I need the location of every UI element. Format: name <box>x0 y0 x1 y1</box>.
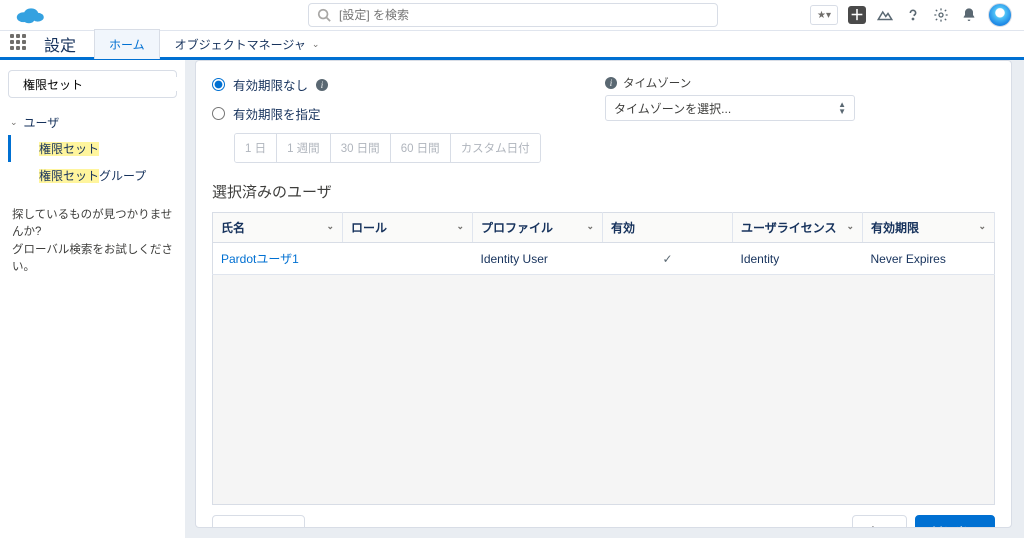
timezone-label: i タイムゾーン <box>605 75 855 91</box>
cell-role <box>343 243 473 275</box>
col-profile[interactable]: プロファイル⌄ <box>473 213 603 243</box>
sidebar-item-hl: 権限セット <box>39 169 99 183</box>
expiration-form: 有効期限なし i 有効期限を指定 1 日 1 週間 30 日間 60 日間 カス… <box>212 75 995 163</box>
radio-specify-expiration[interactable]: 有効期限を指定 <box>212 104 541 123</box>
chevron-down-icon: ⌄ <box>10 117 18 128</box>
global-search-input[interactable] <box>339 8 709 22</box>
chevron-down-icon: ⌄ <box>312 39 320 50</box>
selected-users-heading: 選択済みのユーザ <box>212 181 995 202</box>
col-active[interactable]: 有効 <box>603 213 733 243</box>
footer-actions: キャンセル 戻る 割り当て <box>212 515 995 528</box>
chevron-down-icon: ⌄ <box>456 221 464 232</box>
info-icon[interactable]: i <box>605 77 617 89</box>
sidebar-search-input[interactable] <box>23 77 178 91</box>
salesforce-logo[interactable] <box>12 3 48 27</box>
duration-1week[interactable]: 1 週間 <box>277 134 331 162</box>
duration-60days[interactable]: 60 日間 <box>391 134 451 162</box>
info-icon[interactable]: i <box>316 79 328 91</box>
radio-no-expiration[interactable]: 有効期限なし i <box>212 75 541 94</box>
cell-profile: Identity User <box>473 243 603 275</box>
cancel-button[interactable]: キャンセル <box>212 515 305 528</box>
radio-specify-expiration-label: 有効期限を指定 <box>233 104 321 123</box>
radio-no-expiration-label: 有効期限なし <box>233 75 308 94</box>
app-title: 設定 <box>44 32 76 56</box>
table-header-row: 氏名⌄ ロール⌄ プロファイル⌄ 有効 ユーザライセンス⌄ 有効期限⌄ <box>213 213 995 243</box>
help-line2: グローバル検索をお試しください。 <box>12 242 173 277</box>
chevron-down-icon: ⌄ <box>978 221 986 232</box>
cell-license: Identity <box>733 243 863 275</box>
table-row[interactable]: Pardotユーザ1 Identity User ✓ Identity Neve… <box>213 243 995 275</box>
sidebar-item-rest: グループ <box>99 169 146 183</box>
tab-object-manager[interactable]: オブジェクトマネージャ ⌄ <box>160 29 335 59</box>
radio-specify-expiration-input[interactable] <box>212 107 225 120</box>
sidebar: ⌄ ユーザ 権限セット 権限セットグループ 探しているものが見つかりませんか? グ… <box>0 60 185 538</box>
sidebar-help-text: 探しているものが見つかりませんか? グローバル検索をお試しください。 <box>8 207 177 276</box>
chevron-down-icon: ⌄ <box>326 221 334 232</box>
sidebar-item-permission-set-groups[interactable]: 権限セットグループ <box>8 162 177 189</box>
chevron-down-icon: ⌄ <box>586 221 594 232</box>
avatar[interactable] <box>988 3 1012 27</box>
app-launcher-icon[interactable] <box>10 34 30 54</box>
assign-button[interactable]: 割り当て <box>915 515 995 528</box>
favorites-dropdown[interactable]: ★▾ <box>810 5 838 25</box>
timezone-label-text: タイムゾーン <box>623 75 691 91</box>
col-name[interactable]: 氏名⌄ <box>213 213 343 243</box>
table-empty-space <box>212 275 995 505</box>
stepper-icon: ▲▼ <box>838 101 846 115</box>
cell-active: ✓ <box>603 243 733 275</box>
trailhead-icon[interactable] <box>876 6 894 24</box>
timezone-select[interactable]: タイムゾーンを選択... ▲▼ <box>605 95 855 121</box>
global-search[interactable] <box>308 3 718 27</box>
bell-icon[interactable] <box>960 6 978 24</box>
help-icon[interactable] <box>904 6 922 24</box>
global-header: ★▾ ＋ <box>0 0 1024 30</box>
selected-users-table: 氏名⌄ ロール⌄ プロファイル⌄ 有効 ユーザライセンス⌄ 有効期限⌄ Pard… <box>212 212 995 275</box>
sidebar-item-hl: 権限セット <box>39 142 99 156</box>
main-layout: ⌄ ユーザ 権限セット 権限セットグループ 探しているものが見つかりませんか? グ… <box>0 60 1024 538</box>
cell-expiry: Never Expires <box>863 243 995 275</box>
chevron-down-icon: ⌄ <box>846 221 854 232</box>
sidebar-section-label: ユーザ <box>24 114 60 131</box>
radio-no-expiration-input[interactable] <box>212 78 225 91</box>
duration-custom[interactable]: カスタム日付 <box>451 134 540 162</box>
duration-1day[interactable]: 1 日 <box>235 134 277 162</box>
user-link[interactable]: Pardotユーザ1 <box>221 252 299 266</box>
add-icon[interactable]: ＋ <box>848 6 866 24</box>
gear-icon[interactable] <box>932 6 950 24</box>
col-role[interactable]: ロール⌄ <box>343 213 473 243</box>
help-line1: 探しているものが見つかりませんか? <box>12 207 173 242</box>
content-area: 有効期限なし i 有効期限を指定 1 日 1 週間 30 日間 60 日間 カス… <box>185 60 1024 538</box>
nav-bar: 設定 ホーム オブジェクトマネージャ ⌄ <box>0 30 1024 60</box>
sidebar-section-users[interactable]: ⌄ ユーザ <box>8 110 177 135</box>
timezone-value: タイムゾーンを選択... <box>614 100 731 117</box>
col-license[interactable]: ユーザライセンス⌄ <box>733 213 863 243</box>
back-button[interactable]: 戻る <box>852 515 907 528</box>
sidebar-search[interactable] <box>8 70 177 98</box>
header-actions: ★▾ ＋ <box>810 3 1012 27</box>
tab-object-manager-label: オブジェクトマネージャ <box>175 36 306 53</box>
tab-home-label: ホーム <box>109 36 145 53</box>
duration-30days[interactable]: 30 日間 <box>331 134 391 162</box>
assignment-panel: 有効期限なし i 有効期限を指定 1 日 1 週間 30 日間 60 日間 カス… <box>195 60 1012 528</box>
tab-home[interactable]: ホーム <box>94 29 160 59</box>
sidebar-item-permission-sets[interactable]: 権限セット <box>8 135 177 162</box>
duration-button-group: 1 日 1 週間 30 日間 60 日間 カスタム日付 <box>234 133 541 163</box>
col-expiry[interactable]: 有効期限⌄ <box>863 213 995 243</box>
